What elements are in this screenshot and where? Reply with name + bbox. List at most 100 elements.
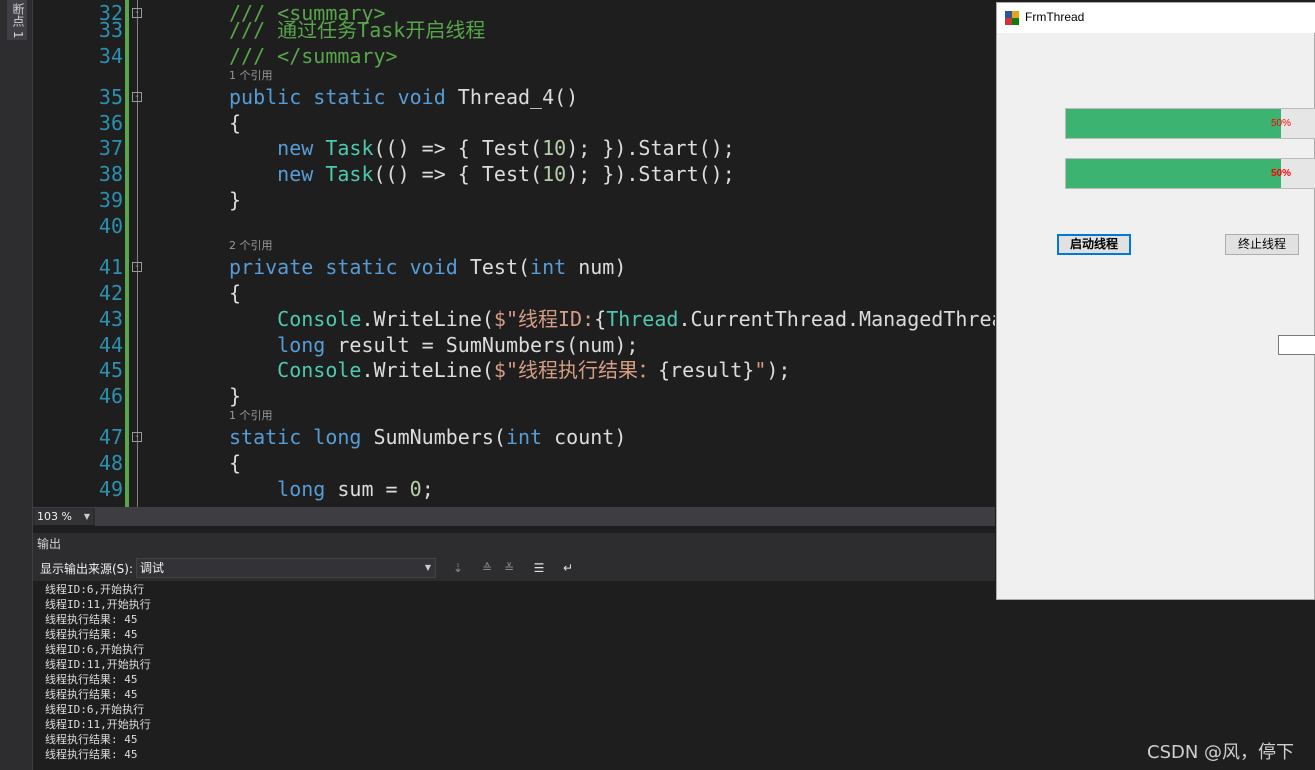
code-token: Thread <box>606 307 679 331</box>
line-number: 39 <box>98 188 123 212</box>
code-token: 10 <box>542 136 567 160</box>
word-wrap-icon[interactable]: ↵ <box>560 560 576 576</box>
code-token: (() => { Test( <box>373 136 543 160</box>
next-message-icon[interactable]: ≚ <box>501 560 517 576</box>
reference-count-hint[interactable]: 2 个引用 <box>229 239 273 253</box>
prev-message-icon[interactable]: ≙ <box>479 560 495 576</box>
code-text: { <box>229 450 241 476</box>
code-line[interactable]: 48 { <box>33 450 995 476</box>
window-app-icon <box>1005 11 1019 25</box>
code-line[interactable]: 40 <box>33 213 995 239</box>
line-number: 34 <box>98 44 123 68</box>
code-text: /// </summary> <box>229 43 398 69</box>
line-number: 43 <box>98 307 123 331</box>
code-token: Console <box>277 358 362 382</box>
output-source-select[interactable]: 调试 ▼ <box>136 558 436 578</box>
line-number: 49 <box>98 477 123 501</box>
collapse-icon[interactable]: - <box>132 432 142 442</box>
code-text: Console.WriteLine($"线程ID:{Thread.Current… <box>229 306 995 332</box>
code-line[interactable]: 39} <box>33 187 995 213</box>
output-line: 线程ID:11,开始执行 <box>45 598 151 611</box>
code-token: 10 <box>542 162 567 186</box>
csdn-watermark: CSDN @风，停下 <box>1147 742 1295 763</box>
collapse-icon[interactable]: - <box>132 92 142 102</box>
progress-bar-1-label: 50% <box>1271 118 1292 129</box>
code-text: private static void Test(int num) <box>229 254 626 280</box>
code-token: " <box>754 358 767 382</box>
output-line: 线程ID:11,开始执行 <box>45 658 151 671</box>
code-text: new Task(() => { Test(10); }).Start(); <box>229 161 735 187</box>
code-token: .CurrentThread.ManagedThreadId} <box>678 307 995 331</box>
chevron-down-icon: ▼ <box>424 563 431 572</box>
code-line[interactable]: 34 /// </summary> <box>33 43 995 69</box>
zoom-value: 103 % <box>37 510 72 523</box>
code-token: { <box>229 281 242 305</box>
code-line[interactable]: 37 new Task(() => { Test(10); }).Start()… <box>33 135 995 161</box>
start-thread-button[interactable]: 启动线程 <box>1057 234 1131 255</box>
output-line: 线程执行结果: 45 <box>45 613 138 626</box>
progress-bar-1: 50% <box>1065 108 1315 139</box>
code-line[interactable]: 43 Console.WriteLine($"线程ID:{Thread.Curr… <box>33 306 995 332</box>
code-line[interactable]: 41- private static void Test(int num) <box>33 254 995 280</box>
code-token: $"线程执行结果： <box>493 358 659 382</box>
output-line: 线程ID:6,开始执行 <box>45 583 145 596</box>
code-token: { <box>229 111 242 135</box>
line-number: 40 <box>98 214 123 238</box>
code-line[interactable]: 44 long result = SumNumbers(num); <box>33 332 995 358</box>
code-token: { <box>594 307 607 331</box>
code-token: long <box>277 477 338 501</box>
code-token: int <box>505 425 555 449</box>
code-line[interactable]: 36 { <box>33 110 995 136</box>
code-token: } <box>229 384 242 408</box>
code-token: num) <box>578 255 627 279</box>
code-token: /// </summary> <box>229 44 398 68</box>
code-token: ); <box>766 358 791 382</box>
progress-bar-2: 50% <box>1065 158 1315 189</box>
code-line[interactable]: 46} <box>33 383 995 409</box>
breakpoint-tab[interactable]: 断点 1 <box>7 0 27 40</box>
code-line[interactable]: 45 Console.WriteLine($"线程执行结果：{result}")… <box>33 357 995 383</box>
stop-thread-button[interactable]: 终止线程 <box>1225 234 1299 255</box>
find-message-icon[interactable]: ⇣ <box>450 560 466 576</box>
code-line[interactable]: 38 new Task(() => { Test(10); }).Start()… <box>33 161 995 187</box>
code-editor[interactable]: 32-/// <summary> 33/// 通过任务Task开启线程 34/// … <box>33 0 995 507</box>
chevron-down-icon: ▼ <box>83 512 90 521</box>
code-text: Console.WriteLine($"线程执行结果：{result}"); <box>229 357 790 383</box>
clear-all-icon[interactable]: ☰ <box>531 560 547 576</box>
code-text: { <box>229 110 241 136</box>
code-text: new Task(() => { Test(10); }).Start(); <box>229 135 735 161</box>
code-token: new <box>277 162 326 186</box>
output-line: 线程ID:6,开始执行 <box>45 643 145 656</box>
code-token: $"线程ID: <box>493 307 595 331</box>
output-source-label: 显示输出来源(S): <box>40 562 134 576</box>
code-text: { <box>229 280 241 306</box>
line-number: 37 <box>98 136 123 160</box>
reference-count-hint[interactable]: 1 个引用 <box>229 409 273 423</box>
code-token: ; <box>421 477 434 501</box>
window-title: FrmThread <box>1025 10 1085 24</box>
line-number: 33 <box>98 18 123 42</box>
code-line[interactable]: 33 /// 通过任务Task开启线程 <box>33 17 995 43</box>
line-number: 41 <box>98 255 123 279</box>
window-titlebar[interactable]: FrmThread <box>997 3 1315 33</box>
form-textbox[interactable] <box>1278 335 1315 355</box>
code-line[interactable]: 42 { <box>33 280 995 306</box>
collapse-icon[interactable]: - <box>132 262 142 272</box>
code-token: result = SumNumbers(num); <box>337 333 639 357</box>
code-token: 0 <box>409 477 422 501</box>
code-token: SumNumbers( <box>373 425 506 449</box>
code-line[interactable]: 47- static long SumNumbers(int count) <box>33 424 995 450</box>
output-source-value: 调试 <box>140 561 165 575</box>
line-number: 48 <box>98 451 123 475</box>
reference-count-hint[interactable]: 1 个引用 <box>229 69 273 83</box>
code-line[interactable]: 35- public static void Thread_4() <box>33 84 995 110</box>
zoom-dropdown[interactable]: 103 % ▼ <box>35 509 93 525</box>
horizontal-scrollbar[interactable] <box>95 508 995 526</box>
code-token: static long <box>229 425 374 449</box>
line-number: 44 <box>98 333 123 357</box>
code-line[interactable]: 49 long sum = 0; <box>33 476 995 502</box>
